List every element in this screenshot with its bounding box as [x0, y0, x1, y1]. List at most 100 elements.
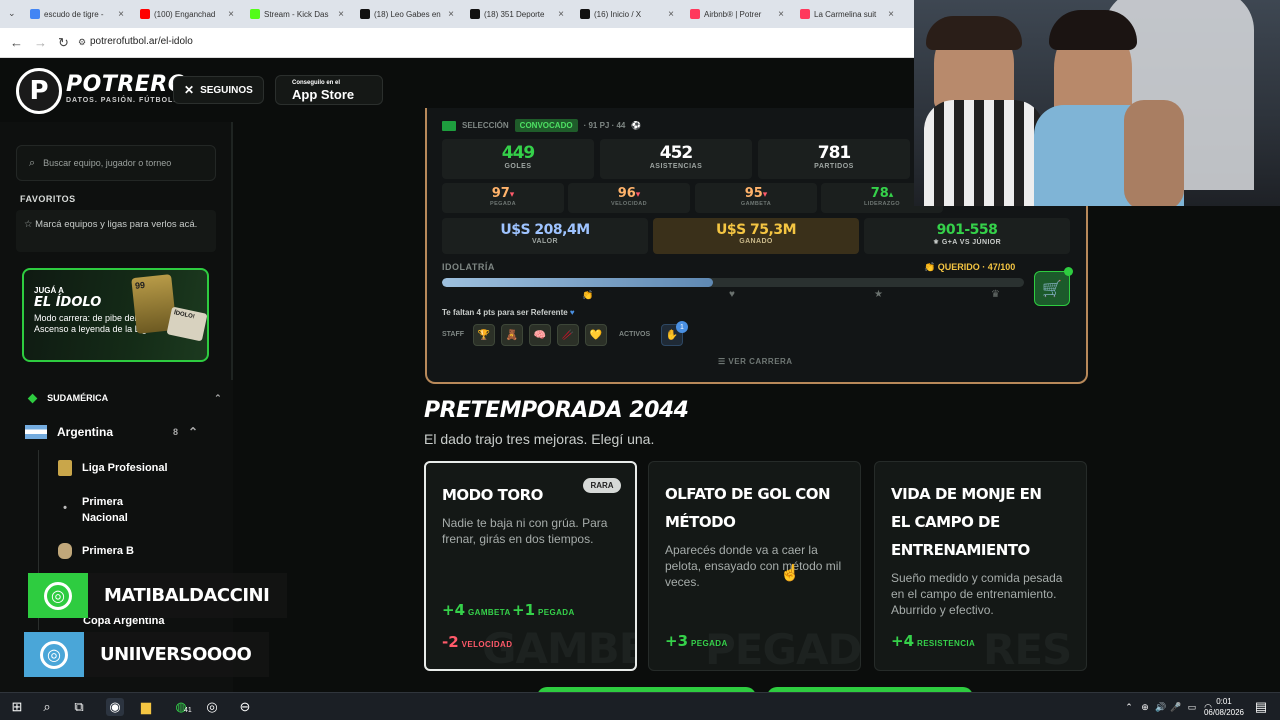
tab-close-icon[interactable]: × — [448, 9, 454, 20]
region-sudamerica[interactable]: ⬥ SUDAMÉRICA ⌃ — [28, 390, 222, 406]
attribute-label: GAMBETA — [740, 201, 772, 207]
site-info-icon[interactable]: ⚙ — [78, 37, 86, 48]
task-view-icon[interactable]: ⧉ — [70, 698, 88, 716]
search-input[interactable]: ⌕ Buscar equipo, jugador o torneo — [16, 145, 216, 181]
blue-heart-icon: ♥ — [567, 308, 575, 317]
ball-icon: ⚽ — [631, 121, 642, 130]
tab-close-icon[interactable]: × — [228, 9, 234, 20]
list-icon: ☰ — [718, 357, 729, 366]
x-logo-icon: ✕ — [184, 83, 195, 97]
tab-list-chevron-icon[interactable]: ⌄ — [8, 8, 16, 19]
person-right-hair — [1049, 10, 1137, 50]
stat-value: 449 — [501, 143, 536, 163]
browser-tab[interactable]: (18) 351 Deporte × — [464, 3, 570, 25]
attribute-value: 97▾ — [491, 186, 515, 201]
browser-tab[interactable]: Stream - Kick Das × — [244, 3, 350, 25]
tab-close-icon[interactable]: × — [888, 9, 894, 20]
league-primera-b[interactable]: Primera B — [58, 543, 134, 559]
career-link[interactable]: ☰ VER CARRERA — [718, 357, 793, 366]
league-label: Liga Profesional — [82, 462, 168, 474]
tab-close-icon[interactable]: × — [668, 9, 674, 20]
app-store-button[interactable]: Conseguilo en el App Store — [275, 75, 383, 105]
browser-tab[interactable]: escudo de tigre - × — [24, 3, 130, 25]
value-amount: U$S 208,4M — [500, 222, 590, 238]
notifications-icon[interactable]: ▤ — [1252, 698, 1270, 716]
social-handle-2: UNIIVERSOOOO — [84, 632, 270, 677]
clock-time: 0:01 — [1216, 697, 1232, 706]
tab-close-icon[interactable]: × — [118, 9, 124, 20]
staff-member-icon[interactable]: 🧠 — [529, 324, 551, 346]
system-clock[interactable]: 0:01 06/08/2026 — [1204, 696, 1244, 718]
follow-x-button[interactable]: ✕ SEGUINOS — [173, 76, 264, 104]
tab-close-icon[interactable]: × — [558, 9, 564, 20]
trophy-icon: ♛ — [991, 289, 1000, 300]
mouse-cursor-icon: ☝ — [780, 565, 800, 582]
map-pin-icon: ⬥ — [28, 390, 38, 405]
app-icon[interactable]: ⊖ — [236, 698, 254, 716]
clap-icon: 👏 — [582, 290, 594, 300]
tab-close-icon[interactable]: × — [778, 9, 784, 20]
forward-icon[interactable]: → — [34, 35, 47, 50]
country-argentina[interactable]: Argentina 8 ⌃ — [25, 425, 198, 439]
chevron-up-icon: ⌃ — [214, 392, 222, 403]
tab-favicon-icon — [30, 9, 40, 19]
stat-box: 781 PARTIDOS — [758, 139, 910, 179]
staff-member-icon[interactable]: 🏆 — [473, 324, 495, 346]
browser-tab[interactable]: (100) Enganchad × — [134, 3, 240, 25]
chevron-up-icon: ⌃ — [188, 425, 199, 439]
value-label: VALOR — [532, 238, 558, 245]
tab-label: Stream - Kick Das — [264, 9, 329, 19]
search-icon[interactable]: ⌕ — [38, 698, 56, 716]
option-effect: +3 PEGADA — [665, 632, 728, 650]
person-right-arm — [1124, 100, 1184, 206]
tab-close-icon[interactable]: × — [338, 9, 344, 20]
option-title: OLFATO DE GOL CON MÉTODO — [665, 485, 831, 531]
upgrade-option-card[interactable]: PEGADA OLFATO DE GOL CON MÉTODO Aparecés d… — [648, 461, 861, 671]
shop-cart-button[interactable]: 🛒 — [1034, 271, 1070, 306]
upgrade-option-card[interactable]: RES VIDA DE MONJE EN EL CAMPO DE ENTRENAM… — [874, 461, 1087, 671]
option-description: Sueño medido y comida pesada en el campo… — [891, 571, 1063, 617]
idol-status: 👏 QUERIDO · 47/100 — [924, 262, 1016, 272]
heart-icon: ♥ — [729, 289, 735, 300]
file-explorer-icon[interactable]: ▆ — [137, 698, 155, 716]
tab-label: (16) Inicio / X — [594, 9, 642, 19]
tab-favicon-icon — [250, 9, 260, 19]
preseason-subtitle: El dado trajo tres mejoras. Elegí una. — [424, 431, 655, 447]
reload-icon[interactable]: ↻ — [58, 35, 69, 51]
staff-member-icon[interactable]: 🥢 — [557, 324, 579, 346]
chrome-icon[interactable]: ◉ — [106, 698, 124, 716]
tab-label: escudo de tigre - — [44, 9, 104, 19]
idolo-promo-banner[interactable]: JUGÁ A EL ÍDOLO Modo carrera: de pibe de… — [22, 268, 209, 362]
staff-member-icon[interactable]: 🧸 — [501, 324, 523, 346]
browser-tab[interactable]: (18) Leo Gabes en × — [354, 3, 460, 25]
stat-value: 452 — [659, 143, 694, 163]
logo-icon[interactable]: P — [16, 68, 62, 114]
rival-score: 901-558 — [936, 222, 998, 238]
activos-label: ACTIVOS — [619, 331, 651, 338]
attribute-box: 97▾ PEGADA — [442, 183, 564, 213]
tab-label: (18) 351 Deporte — [484, 9, 545, 19]
windows-start-icon[interactable]: ⊞ — [8, 698, 26, 716]
browser-tab-bar: ⌄ escudo de tigre - × (100) Enganchad × Stre… — [0, 0, 914, 28]
idol-progress-fill — [442, 278, 713, 287]
logo-text[interactable]: POTRERO — [66, 72, 187, 97]
stat-box: 452 ASISTENCIAS — [600, 139, 752, 179]
obs-icon[interactable]: ◎ — [203, 698, 221, 716]
browser-tab[interactable]: (16) Inicio / X × — [574, 3, 680, 25]
rival-row: ⚜ G+A VS JÚNIOR — [864, 238, 1070, 246]
league-liga-profesional[interactable]: Liga Profesional — [58, 460, 168, 476]
national-stats: · 91 PJ · 44 — [583, 121, 626, 130]
staff-member-icon[interactable]: 💛 — [585, 324, 607, 346]
favorites-heading: FAVORITOS — [20, 194, 76, 204]
option-effect: -2 VELOCIDAD — [442, 633, 513, 651]
appstore-big-label: App Store — [292, 87, 355, 102]
stat-label: PARTIDOS — [814, 163, 854, 170]
option-effect: +4 RESISTENCIA — [891, 632, 976, 650]
tab-favicon-icon — [140, 9, 150, 19]
url-field[interactable]: potrerofutbol.ar/el-idolo — [90, 36, 193, 47]
browser-tab[interactable]: Airbnb® | Potrer × — [684, 3, 790, 25]
clock-date: 06/08/2026 — [1203, 708, 1244, 717]
back-icon[interactable]: ← — [10, 35, 23, 50]
browser-tab[interactable]: La Carmelina suit × — [794, 3, 900, 25]
league-primera-nacional[interactable]: • Primera Nacional — [58, 494, 152, 526]
